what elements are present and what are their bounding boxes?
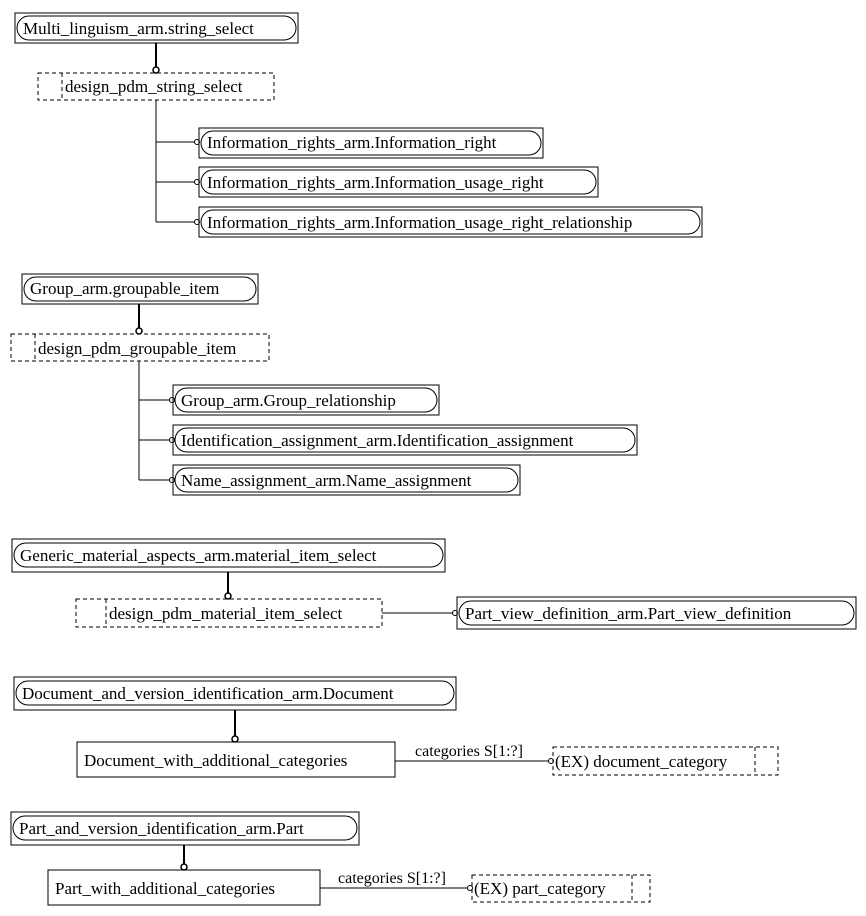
link-circle-icon bbox=[231, 735, 239, 743]
target-label: Information_rights_arm.Information_usage… bbox=[207, 173, 544, 192]
child-label: design_pdm_material_item_select bbox=[109, 604, 342, 623]
link-circle-icon bbox=[180, 863, 188, 871]
target-node-information-usage-right-relationship[interactable]: Information_rights_arm.Information_usage… bbox=[198, 206, 703, 238]
branch-lines bbox=[155, 100, 195, 223]
target-node-name-assignment[interactable]: Name_assignment_arm.Name_assignment bbox=[172, 464, 521, 496]
link-circle-icon bbox=[224, 592, 232, 600]
parent-node-string-select[interactable]: Multi_linguism_arm.string_select bbox=[14, 12, 299, 44]
target-label: Name_assignment_arm.Name_assignment bbox=[181, 471, 472, 490]
target-label: Information_rights_arm.Information_right bbox=[207, 133, 497, 152]
parent-node-groupable-item[interactable]: Group_arm.groupable_item bbox=[21, 273, 259, 305]
parent-label: Multi_linguism_arm.string_select bbox=[23, 19, 254, 38]
parent-label: Document_and_version_identification_arm.… bbox=[22, 684, 394, 703]
parent-label: Generic_material_aspects_arm.material_it… bbox=[20, 546, 377, 565]
target-label: Group_arm.Group_relationship bbox=[181, 391, 396, 410]
group-groupable-item: Group_arm.groupable_item design_pdm_grou… bbox=[10, 273, 638, 496]
child-label: Part_with_additional_categories bbox=[55, 879, 275, 898]
child-node-design-pdm-material-item-select[interactable]: design_pdm_material_item_select bbox=[75, 598, 383, 628]
group-material-item-select: Generic_material_aspects_arm.material_it… bbox=[11, 538, 857, 630]
target-label: Part_view_definition_arm.Part_view_defin… bbox=[465, 604, 792, 623]
target-label: Information_rights_arm.Information_usage… bbox=[207, 213, 632, 232]
attribute-label: categories S[1:?] bbox=[338, 870, 446, 887]
group-string-select: Multi_linguism_arm.string_select design_… bbox=[14, 12, 703, 238]
link-circle-icon bbox=[152, 66, 160, 74]
target-node-document-category[interactable]: (EX) document_category bbox=[552, 746, 779, 776]
child-node-design-pdm-groupable-item[interactable]: design_pdm_groupable_item bbox=[10, 333, 270, 362]
target-label: (EX) document_category bbox=[555, 752, 728, 771]
group-document: Document_and_version_identification_arm.… bbox=[13, 676, 779, 778]
child-node-document-with-additional-categories[interactable]: Document_with_additional_categories bbox=[76, 741, 396, 778]
target-node-identification-assignment[interactable]: Identification_assignment_arm.Identifica… bbox=[172, 424, 638, 456]
target-label: (EX) part_category bbox=[474, 879, 606, 898]
parent-node-material-item-select[interactable]: Generic_material_aspects_arm.material_it… bbox=[11, 538, 446, 573]
branch-lines bbox=[138, 361, 170, 481]
target-node-part-view-definition[interactable]: Part_view_definition_arm.Part_view_defin… bbox=[456, 596, 857, 630]
link-circle-icon bbox=[135, 327, 143, 335]
express-g-diagram: Multi_linguism_arm.string_select design_… bbox=[10, 12, 857, 906]
child-node-part-with-additional-categories[interactable]: Part_with_additional_categories bbox=[47, 869, 321, 906]
target-node-part-category[interactable]: (EX) part_category bbox=[471, 874, 651, 903]
link-circle-icon bbox=[169, 397, 175, 403]
child-label: design_pdm_string_select bbox=[65, 77, 243, 96]
parent-node-document[interactable]: Document_and_version_identification_arm.… bbox=[13, 676, 457, 711]
child-node-design-pdm-string-select[interactable]: design_pdm_string_select bbox=[37, 72, 275, 101]
target-node-information-right[interactable]: Information_rights_arm.Information_right bbox=[198, 127, 544, 159]
child-label: design_pdm_groupable_item bbox=[38, 339, 236, 358]
parent-label: Group_arm.groupable_item bbox=[30, 279, 219, 298]
parent-label: Part_and_version_identification_arm.Part bbox=[19, 819, 304, 838]
target-label: Identification_assignment_arm.Identifica… bbox=[181, 431, 574, 450]
link-circle-icon bbox=[169, 437, 175, 443]
group-part: Part_and_version_identification_arm.Part… bbox=[10, 811, 651, 906]
target-node-group-relationship[interactable]: Group_arm.Group_relationship bbox=[172, 384, 440, 416]
target-node-information-usage-right[interactable]: Information_rights_arm.Information_usage… bbox=[198, 166, 599, 198]
child-label: Document_with_additional_categories bbox=[84, 751, 347, 770]
parent-node-part[interactable]: Part_and_version_identification_arm.Part bbox=[10, 811, 360, 846]
link-circle-icon bbox=[169, 477, 175, 483]
attribute-label: categories S[1:?] bbox=[415, 743, 523, 760]
